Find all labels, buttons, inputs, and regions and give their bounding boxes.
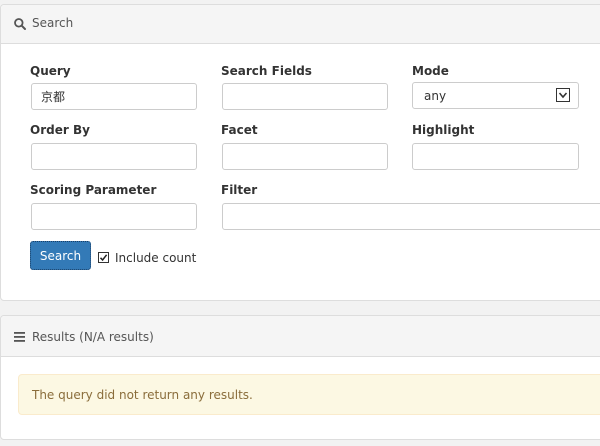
no-results-message: The query did not return any results.	[32, 388, 253, 402]
search-fields-label: Search Fields	[221, 64, 312, 78]
results-panel-title: Results (N/A results)	[32, 330, 154, 344]
search-panel-heading: Search	[1, 5, 600, 44]
query-label: Query	[30, 64, 71, 78]
include-count-label[interactable]: Include count	[115, 251, 196, 265]
filter-label: Filter	[221, 183, 258, 197]
search-icon	[14, 18, 26, 30]
results-panel-heading: Results (N/A results)	[1, 316, 600, 357]
order-by-input[interactable]	[31, 143, 197, 170]
mode-select-value: any	[424, 89, 447, 103]
scoring-parameter-label: Scoring Parameter	[30, 183, 157, 197]
mode-label: Mode	[412, 64, 449, 78]
search-button[interactable]: Search	[30, 241, 91, 270]
checkmark-icon	[99, 254, 108, 262]
search-panel: Search Query Search Fields Mode any Orde…	[0, 4, 600, 301]
results-panel: Results (N/A results) The query did not …	[0, 315, 600, 440]
scoring-parameter-input[interactable]	[31, 203, 197, 230]
mode-select[interactable]: any	[412, 82, 579, 109]
search-fields-input[interactable]	[222, 83, 388, 110]
facet-label: Facet	[221, 123, 258, 137]
no-results-alert: The query did not return any results.	[18, 374, 600, 415]
query-input[interactable]	[31, 83, 197, 110]
facet-input[interactable]	[222, 143, 388, 170]
list-icon	[14, 332, 25, 342]
filter-input[interactable]	[222, 203, 600, 230]
chevron-down-icon[interactable]	[556, 88, 570, 102]
include-count-checkbox[interactable]	[98, 252, 109, 263]
order-by-label: Order By	[30, 123, 90, 137]
search-panel-title: Search	[32, 16, 74, 30]
highlight-label: Highlight	[412, 123, 475, 137]
highlight-input[interactable]	[412, 143, 579, 170]
